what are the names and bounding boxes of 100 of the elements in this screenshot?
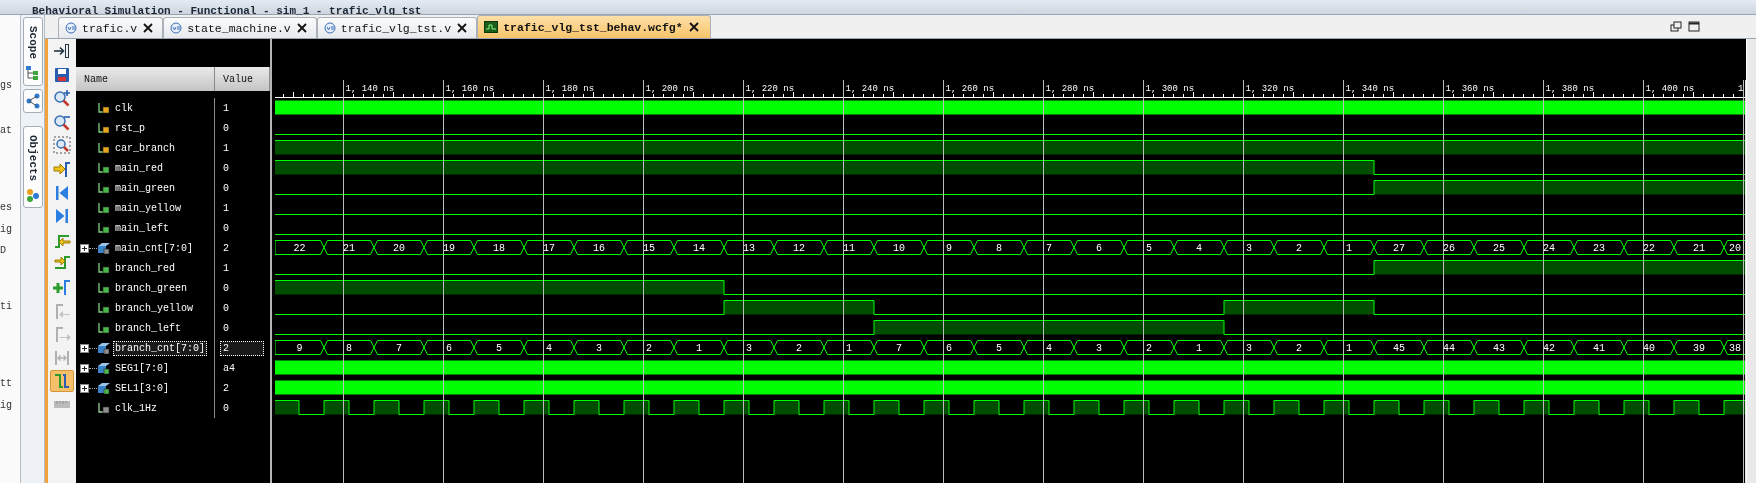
signal-name[interactable]: branch_red [113, 260, 177, 276]
bus-value: 22 [293, 243, 306, 254]
signal-name[interactable]: SEG1[7:0] [113, 360, 171, 376]
bus-icon [98, 362, 110, 374]
bus-value: 9 [296, 343, 303, 354]
bus-value: 2 [1296, 343, 1302, 354]
column-header[interactable]: Name [76, 67, 215, 91]
signal-icon [98, 142, 110, 154]
time-label: 1, 340 ns [1345, 84, 1395, 94]
signal-value: 1 [222, 201, 230, 216]
signal-name[interactable]: branch_green [113, 280, 189, 296]
bus-value: 14 [693, 243, 705, 254]
signal-name[interactable]: clk [113, 100, 135, 116]
bus-value: 44 [1443, 343, 1455, 354]
bus-value: 1 [1346, 243, 1352, 254]
save-icon [53, 65, 71, 84]
signal-icon [98, 282, 110, 294]
bus-value: 13 [743, 243, 755, 254]
share-icon [24, 93, 41, 109]
time-label: 1, 380 ns [1545, 84, 1595, 94]
time-label: 1, 200 ns [645, 84, 695, 94]
bus-value: 19 [443, 243, 455, 254]
file-icon [65, 22, 77, 34]
side-tab[interactable]: Scope [22, 17, 43, 86]
bus-value: 3 [596, 343, 602, 354]
panel-text: at [0, 125, 12, 137]
time-label: 1, 320 ns [1245, 84, 1295, 94]
editor-tab[interactable]: trafic_vlg_tst.v [316, 17, 478, 38]
time-label: 1, 240 ns [845, 84, 895, 94]
close-icon[interactable] [687, 21, 700, 33]
editor-tab[interactable]: trafic_vlg_tst_behav.wcfg* [477, 15, 711, 38]
panel-text: D [0, 245, 6, 257]
time-label: 1, 300 ns [1145, 84, 1195, 94]
bus-value: 2 [796, 343, 802, 354]
zoom-fit-icon [53, 136, 71, 155]
signal-name[interactable]: main_left [113, 220, 171, 236]
signal-icon [98, 102, 110, 114]
time-label: 1, 260 ns [945, 84, 995, 94]
time-label: 1, 360 ns [1445, 84, 1495, 94]
bus-value: 1 [1196, 343, 1202, 354]
side-tab[interactable]: Objects [22, 126, 43, 209]
bus-value: 26 [1443, 243, 1455, 254]
add-marker-icon [53, 277, 71, 296]
signal-name[interactable]: SEL1[3:0] [113, 380, 171, 396]
bus-value: 10 [893, 243, 905, 254]
signal-value: 2 [222, 241, 230, 256]
bus-value: 2 [1146, 343, 1152, 354]
close-icon[interactable] [142, 22, 155, 34]
expand-icon[interactable] [80, 243, 89, 253]
panel-text: ig [0, 400, 12, 412]
expand-icon[interactable] [80, 383, 89, 393]
marker-back-icon [53, 301, 71, 320]
close-icon[interactable] [456, 22, 469, 34]
signal-name[interactable]: rst_p [113, 120, 147, 136]
bus-value: 7 [896, 343, 902, 354]
bus-value: 38 [1729, 343, 1741, 354]
bus-value: 6 [1096, 243, 1102, 254]
signal-name[interactable]: car_branch [113, 140, 177, 156]
bus-value: 39 [1693, 343, 1705, 354]
signal-name[interactable]: branch_left [113, 320, 183, 336]
dots-icon [24, 187, 41, 204]
panel-text: tt [0, 378, 12, 390]
signal-value: 0 [222, 121, 230, 136]
signal-value: 1 [222, 141, 230, 156]
signal-icon [98, 182, 110, 194]
bus-value: 18 [493, 243, 505, 254]
signal-name[interactable]: main_red [113, 160, 165, 176]
signal-name[interactable]: clk_1Hz [113, 400, 159, 416]
window-title: Behavioral Simulation - Functional - sim_1 - trafic_vlg_tst [32, 4, 422, 18]
zoom-fit-button[interactable] [50, 134, 74, 157]
bus-value: 2 [646, 343, 652, 354]
expand-icon[interactable] [80, 343, 89, 353]
bus-value: 20 [393, 243, 405, 254]
signal-value: 0 [222, 161, 230, 176]
snap-icon [53, 372, 71, 391]
signal-icon [98, 322, 110, 334]
editor-tab[interactable]: state_machine.v [163, 17, 317, 38]
signal-name[interactable]: main_cnt[7:0] [113, 240, 195, 256]
time-label: 1 [1738, 84, 1744, 94]
bus-value: 6 [946, 343, 952, 354]
signal-name[interactable]: branch_yellow [113, 300, 195, 316]
scrollbar[interactable] [1746, 39, 1756, 483]
side-tab[interactable] [22, 89, 43, 113]
bus-value: 15 [643, 243, 655, 254]
editor-tab[interactable]: trafic.v [58, 17, 164, 38]
expand-icon[interactable] [80, 363, 89, 373]
snap-button[interactable] [50, 370, 74, 393]
bus-value: 42 [1543, 343, 1555, 354]
bus-value: 2 [1296, 243, 1302, 254]
signal-name[interactable]: main_yellow [113, 200, 183, 216]
bus-value: 25 [1493, 243, 1505, 254]
close-icon[interactable] [295, 22, 308, 34]
signal-value: 0 [222, 281, 230, 296]
signal-icon [98, 262, 110, 274]
signal-name[interactable]: branch_cnt[7:0] [113, 340, 207, 356]
time-label: 1, 160 ns [445, 84, 495, 94]
signal-name[interactable]: main_green [113, 180, 177, 196]
bus-value: 16 [593, 243, 605, 254]
time-label: 1, 280 ns [1045, 84, 1095, 94]
time-label: 1, 180 ns [545, 84, 595, 94]
